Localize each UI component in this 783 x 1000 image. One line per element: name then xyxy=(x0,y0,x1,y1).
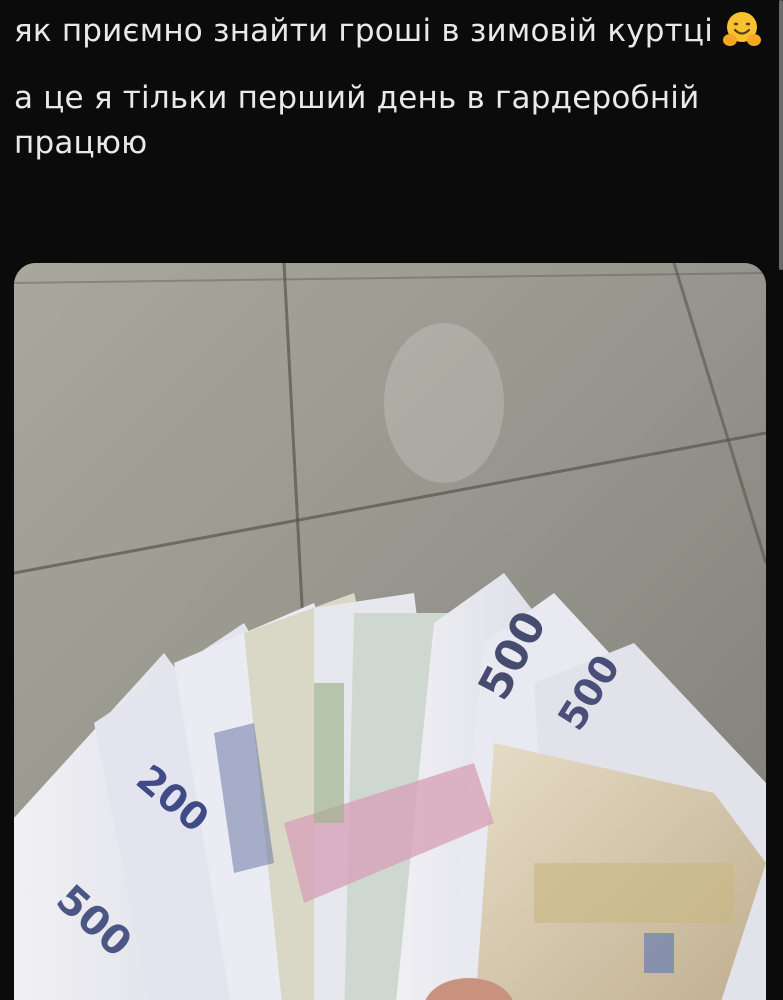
hugging-face-emoji-icon xyxy=(721,8,763,50)
banknotes-photo: 500 200 500 500 xyxy=(14,263,766,1000)
tweet-text: як приємно знайти гроші в зимовій куртці… xyxy=(14,8,764,188)
tweet-line-1-text: як приємно знайти гроші в зимовій куртці xyxy=(14,13,714,49)
tweet-line-1: як приємно знайти гроші в зимовій куртці xyxy=(14,8,764,54)
tweet-line-2: а це я тільки перший день в гардеробній … xyxy=(14,80,700,161)
tweet-photo[interactable]: 500 200 500 500 xyxy=(14,263,766,1000)
scrollbar[interactable] xyxy=(779,0,783,270)
